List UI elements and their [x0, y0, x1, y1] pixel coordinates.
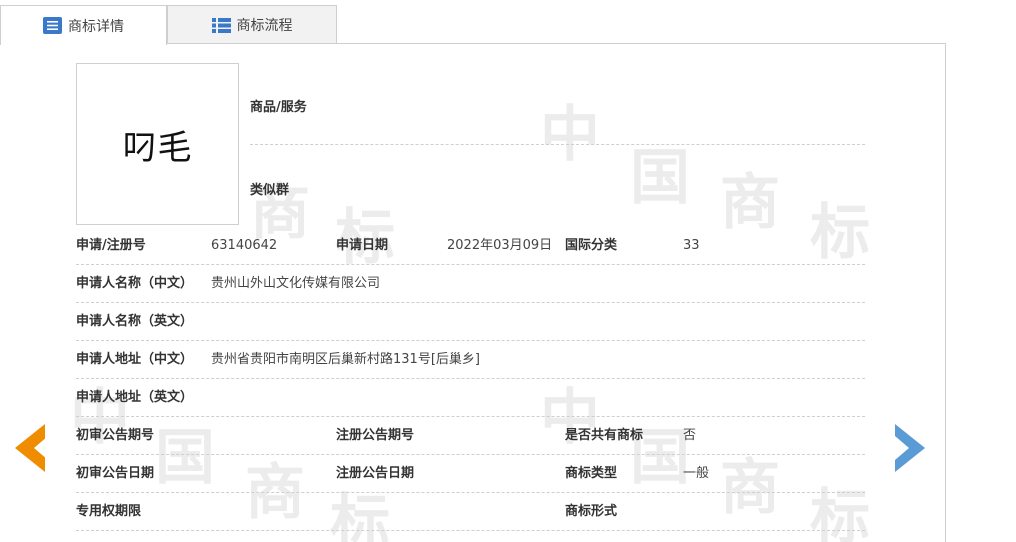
application-date: 2022年03月09日 — [447, 238, 553, 253]
applicant-address-cn: 贵州省贵阳市南明区后巢新村路131号[后巢乡] — [211, 352, 480, 367]
field-label: 初审公告日期 — [76, 466, 155, 481]
field-label: 申请/注册号 — [76, 238, 146, 253]
international-class: 33 — [683, 238, 700, 253]
trademark-type-value: 一般 — [683, 466, 710, 481]
tab-label: 商标详情 — [68, 18, 124, 35]
detail-row-applicant-name-cn: 申请人名称（中文） 贵州山外山文化传媒有限公司 — [76, 265, 865, 303]
similar-group-label: 类似群 — [250, 183, 290, 198]
trademark-logo-text: 叼毛 — [122, 127, 193, 168]
watermark-char: 商 — [720, 168, 780, 238]
field-label: 申请人地址（中文） — [76, 352, 194, 367]
field-label: 注册公告日期 — [336, 466, 415, 481]
arrow-right-icon-cutout — [895, 436, 909, 460]
field-label: 初审公告期号 — [76, 428, 155, 443]
field-label: 注册公告期号 — [336, 428, 415, 443]
detail-row-applicant-name-en: 申请人名称（英文） — [76, 303, 865, 341]
field-label: 国际分类 — [565, 238, 618, 253]
field-label: 申请人名称（英文） — [76, 314, 194, 329]
watermark-char: 国 — [630, 143, 690, 213]
tab-label: 商标流程 — [236, 18, 293, 34]
trademark-image[interactable]: 叼毛 — [76, 63, 239, 225]
shared-trademark-value: 否 — [683, 428, 697, 443]
detail-row-applicant-address-cn: 申请人地址（中文） 贵州省贵阳市南明区后巢新村路131号[后巢乡] — [76, 341, 865, 379]
detail-row-announcement-number: 初审公告期号 注册公告期号 是否共有商标 否 — [76, 417, 865, 455]
field-label: 商标形式 — [565, 504, 618, 519]
applicant-name-cn: 贵州山外山文化传媒有限公司 — [211, 276, 381, 291]
goods-services-label: 商品/服务 — [250, 100, 307, 115]
tab-trademark-details[interactable]: 商标详情 — [0, 5, 167, 45]
tab-bar: 商标详情 商标流程 — [0, 5, 1016, 45]
field-label: 商标类型 — [565, 466, 618, 481]
field-label: 是否共有商标 — [565, 428, 644, 443]
detail-row-announcement-date: 初审公告日期 注册公告日期 商标类型 一般 — [76, 455, 865, 493]
field-label: 申请日期 — [336, 238, 389, 253]
field-label: 申请人名称（中文） — [76, 276, 194, 291]
divider — [250, 144, 865, 145]
grid-list-icon — [211, 17, 231, 34]
field-label: 申请人地址（英文） — [76, 390, 194, 405]
arrow-left-icon-cutout — [34, 436, 48, 460]
list-doc-icon — [43, 17, 62, 34]
tab-trademark-process[interactable]: 商标流程 — [167, 5, 337, 44]
detail-row-applicant-address-en: 申请人地址（英文） — [76, 379, 865, 417]
watermark-char: 中 — [540, 100, 600, 170]
detail-row-registration: 申请/注册号 63140642 申请日期 2022年03月09日 国际分类 33 — [76, 227, 865, 265]
field-label: 专用权期限 — [76, 504, 142, 519]
registration-number: 63140642 — [211, 238, 278, 253]
detail-row-exclusive-period: 专用权期限 商标形式 — [76, 493, 865, 531]
